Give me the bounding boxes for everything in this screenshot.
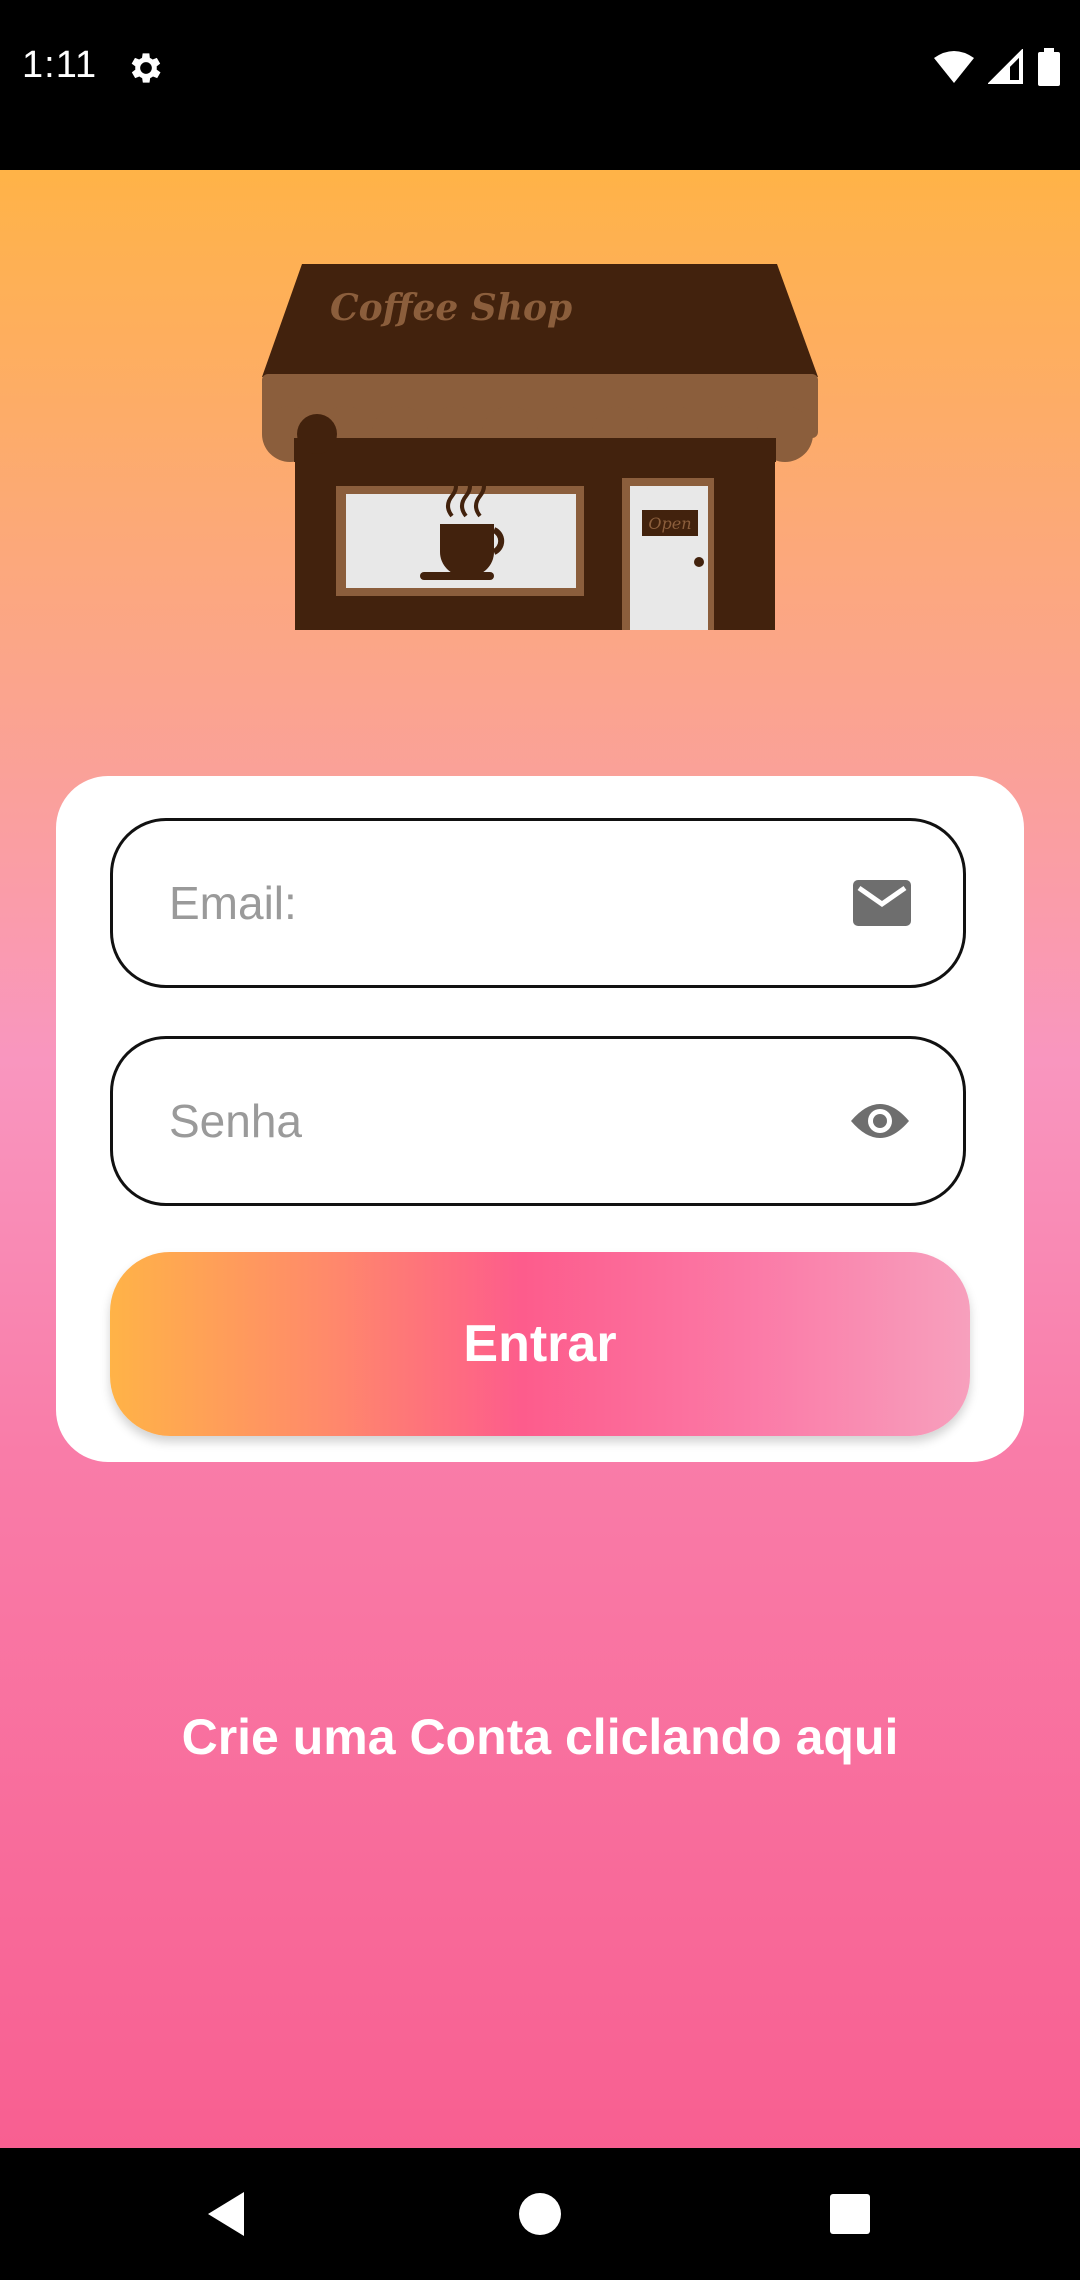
login-button[interactable]: Entrar xyxy=(110,1252,970,1436)
signal-icon xyxy=(988,49,1023,84)
email-input[interactable] xyxy=(167,875,791,931)
password-field[interactable] xyxy=(110,1036,966,1206)
email-icon xyxy=(853,880,911,926)
navigation-bar xyxy=(0,2148,1080,2280)
battery-icon xyxy=(1038,48,1060,86)
gear-icon xyxy=(131,53,161,83)
wifi-icon xyxy=(934,51,974,83)
email-field[interactable] xyxy=(110,818,966,988)
app-screen: Coffee Shop Open Email: Entrar Crie uma … xyxy=(0,170,1080,2148)
back-icon[interactable] xyxy=(194,2182,258,2246)
logo-sign-text: Coffee Shop xyxy=(330,287,572,329)
status-time: 1:11 xyxy=(22,44,98,86)
recents-icon[interactable] xyxy=(818,2182,882,2246)
signup-link[interactable]: Crie uma Conta cliclando aqui xyxy=(0,1708,1080,1766)
status-bar: 1:11 xyxy=(0,0,1080,170)
password-input[interactable] xyxy=(167,1093,791,1149)
home-icon[interactable] xyxy=(508,2182,572,2246)
coffee-shop-logo: Coffee Shop Open xyxy=(262,264,818,630)
login-card: Entrar xyxy=(56,776,1024,1462)
eye-icon[interactable] xyxy=(849,1099,911,1143)
door-sign-text: Open xyxy=(648,514,691,533)
